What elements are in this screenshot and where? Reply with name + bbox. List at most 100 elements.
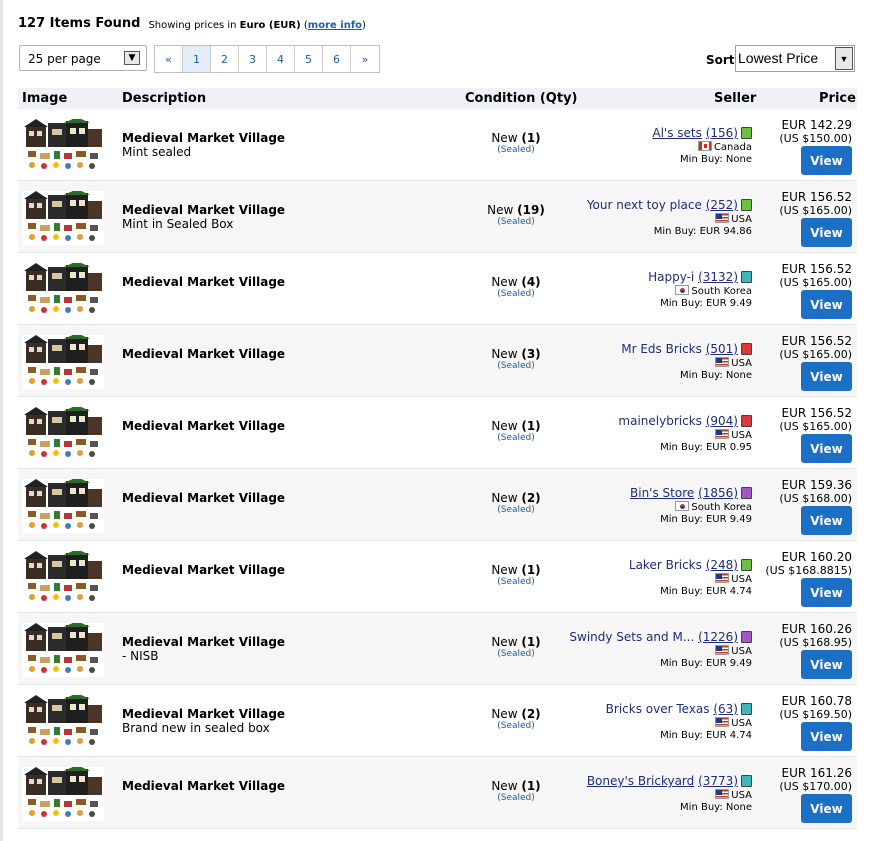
seller-location: USA [569,645,752,657]
country-name: USA [731,358,752,369]
view-button[interactable]: View [801,650,852,679]
per-page-select[interactable]: 25 per page ▼ [19,45,147,71]
price-eur: EUR 156.52 [781,190,852,204]
view-button[interactable]: View [801,434,852,463]
seller-name-link[interactable]: Bricks over Texas [606,702,710,716]
min-buy: Min Buy: EUR 9.49 [660,298,752,309]
seller-name-link[interactable]: Mr Eds Bricks [621,342,702,356]
currency-prefix: Showing prices in [148,20,240,31]
view-button[interactable]: View [801,722,852,751]
page-3-button[interactable]: 3 [239,46,267,72]
condition-value: New [491,419,518,433]
item-name: Medieval Market Village [122,131,286,145]
page-prev-button[interactable]: « [155,46,183,72]
set-thumbnail[interactable] [22,549,104,605]
more-info-link[interactable]: more info [308,20,362,31]
item-name: Medieval Market Village [122,491,286,505]
seller-info: Bin's Store (1856) South Korea Min Buy: EU… [630,486,752,525]
page-6-button[interactable]: 6 [323,46,351,72]
seller-line: Bin's Store (1856) [630,486,752,500]
table-row: Medieval Market Village New (1) (Sealed) Bo… [18,757,857,829]
seller-feedback-link[interactable]: (252) [706,198,738,212]
set-thumbnail-image [24,261,102,313]
seller-feedback-link[interactable]: (501) [706,342,738,356]
set-thumbnail[interactable] [22,693,104,749]
country-name: South Korea [691,502,752,513]
seller-name-link[interactable]: Laker Bricks [629,558,702,572]
header-seller: Seller [714,91,757,106]
set-thumbnail[interactable] [22,765,104,821]
seller-feedback-link[interactable]: (1856) [698,486,738,500]
item-name: Medieval Market Village [122,347,286,361]
seller-name-link[interactable]: Your next toy place [587,198,702,212]
quantity-value: (1) [521,635,541,649]
seller-feedback-link[interactable]: (1226) [698,630,738,644]
page-4-button[interactable]: 4 [267,46,295,72]
seller-info: Laker Bricks (248) USA Min Buy: EUR 4.74 [629,558,752,597]
seller-feedback-link[interactable]: (63) [713,702,738,716]
seller-feedback-link[interactable]: (3773) [698,774,738,788]
price-eur: EUR 160.20 [781,550,852,564]
item-price: EUR 156.52 (US $165.00) [779,406,852,433]
item-condition: New (1) (Sealed) [464,563,568,587]
listing-table: Medieval Market Village Mint sealed New (1… [18,109,857,829]
price-eur: EUR 156.52 [781,406,852,420]
seller-feedback-link[interactable]: (3132) [698,270,738,284]
item-description: Medieval Market Village [122,779,285,793]
seller-location: USA [629,573,752,585]
seller-name-link[interactable]: Bin's Store [630,486,694,500]
seller-line: mainelybricks (904) [618,414,752,428]
country-flag-icon [715,645,730,655]
seller-name-link[interactable]: mainelybricks [618,414,701,428]
quantity-value: (3) [521,347,541,361]
seller-feedback-link[interactable]: (248) [706,558,738,572]
set-thumbnail[interactable] [22,621,104,677]
currency-note: Showing prices in Euro (EUR) (more info) [148,20,366,31]
view-button[interactable]: View [801,506,852,535]
item-price: EUR 160.26 (US $168.95) [779,622,852,649]
sealed-tag: (Sealed) [497,289,535,299]
page-5-button[interactable]: 5 [295,46,323,72]
item-description: Medieval Market Village [122,419,285,433]
header-image: Image [22,91,68,106]
price-usd: (US $165.00) [779,204,852,217]
seller-feedback-link[interactable]: (156) [706,126,738,140]
item-description: Medieval Market Village Mint sealed [122,131,285,159]
price-eur: EUR 142.29 [781,118,852,132]
condition-value: New [491,491,518,505]
page-1-button[interactable]: 1 [183,46,211,72]
view-button[interactable]: View [801,362,852,391]
set-thumbnail[interactable] [22,477,104,533]
view-button[interactable]: View [801,146,852,175]
min-buy: Min Buy: EUR 0.95 [660,442,752,453]
item-condition: New (2) (Sealed) [464,491,568,515]
store-cube-icon [741,703,752,715]
page-2-button[interactable]: 2 [211,46,239,72]
seller-feedback-link[interactable]: (904) [706,414,738,428]
table-row: Medieval Market Village Brand new in seal… [18,685,857,757]
view-button[interactable]: View [801,578,852,607]
sealed-tag: (Sealed) [497,217,535,227]
set-thumbnail[interactable] [22,117,104,173]
set-thumbnail[interactable] [22,405,104,461]
per-page-value: 25 per page [28,52,101,66]
item-description: Medieval Market Village [122,491,285,505]
view-button[interactable]: View [801,290,852,319]
condition-value: New [491,275,518,289]
seller-name-link[interactable]: Swindy Sets and M... [569,630,694,644]
set-thumbnail[interactable] [22,261,104,317]
item-name: Medieval Market Village [122,707,286,721]
seller-info: Happy-i (3132) South Korea Min Buy: EUR 9.… [648,270,752,309]
view-button[interactable]: View [801,218,852,247]
seller-name-link[interactable]: Al's sets [652,126,702,140]
seller-name-link[interactable]: Boney's Brickyard [587,774,694,788]
more-info-close: ) [362,20,366,31]
seller-name-link[interactable]: Happy-i [648,270,694,284]
set-thumbnail[interactable] [22,333,104,389]
view-button[interactable]: View [801,794,852,823]
item-price: EUR 156.52 (US $165.00) [779,262,852,289]
page-next-button[interactable]: » [351,46,379,72]
item-name: Medieval Market Village [122,563,286,577]
sort-select[interactable]: Lowest Price ▼ [735,45,855,72]
set-thumbnail[interactable] [22,189,104,245]
